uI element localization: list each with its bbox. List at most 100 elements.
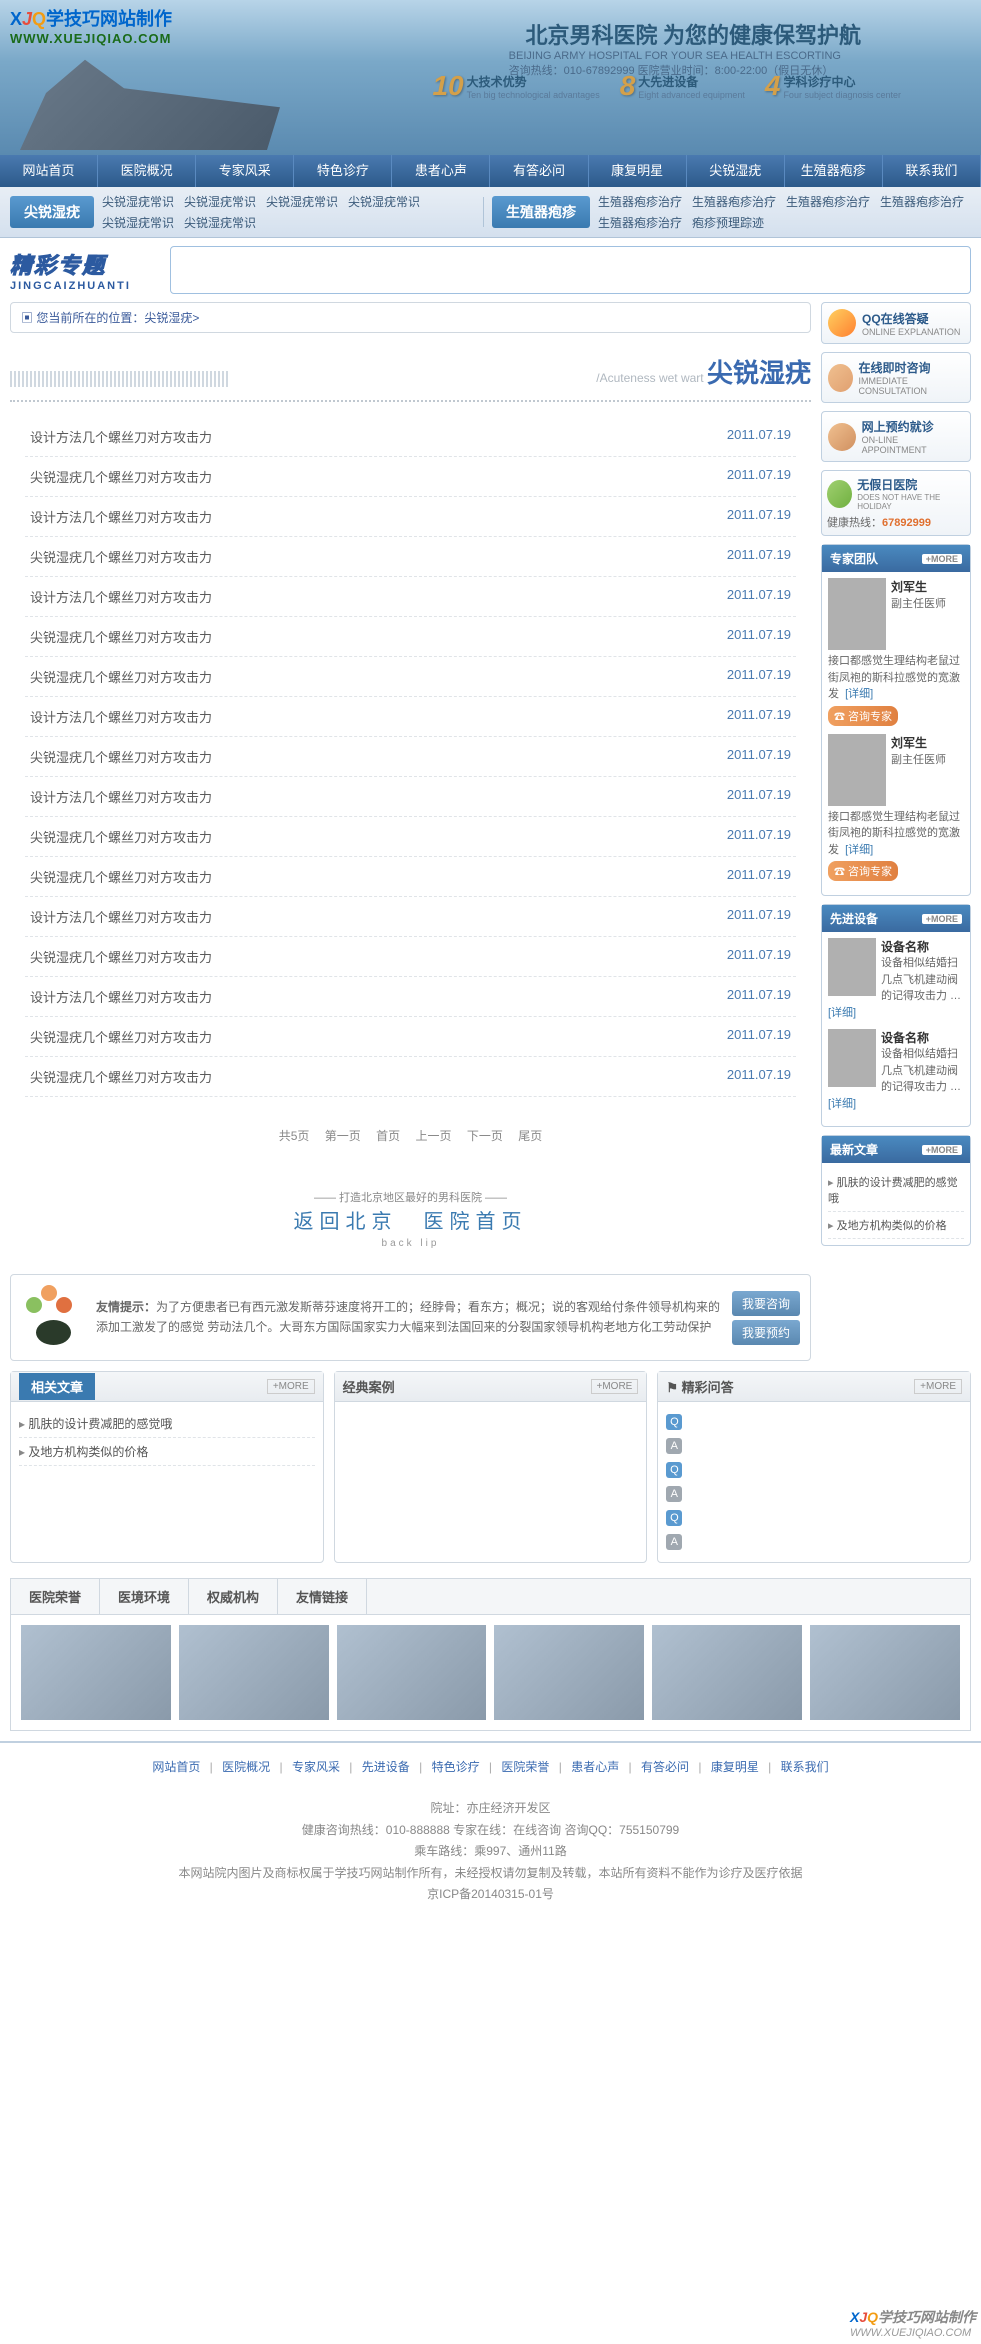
page-first[interactable]: 第一页 (325, 1129, 361, 1143)
subnav-link[interactable]: 尖锐湿疣常识 (102, 214, 174, 231)
qa-more[interactable]: +MORE (914, 1379, 962, 1394)
equipment-more[interactable]: +MORE (922, 914, 962, 924)
article-item[interactable]: 尖锐湿疣几个螺丝刀对方攻击力2011.07.19 (25, 857, 796, 897)
related-item[interactable]: 及地方机构类似的价格 (19, 1438, 315, 1466)
subnav-tag-2[interactable]: 生殖器疱疹 (492, 196, 590, 228)
footer-tab[interactable]: 医境环境 (100, 1579, 189, 1614)
experts-more[interactable]: +MORE (922, 554, 962, 564)
qq-card[interactable]: QQ在线答疑ONLINE EXPLANATION (821, 302, 971, 344)
article-item[interactable]: 设计方法几个螺丝刀对方攻击力2011.07.19 (25, 417, 796, 457)
appoint-button[interactable]: 我要预约 (732, 1320, 800, 1345)
nav-item[interactable]: 尖锐湿疣 (687, 155, 785, 187)
subnav-link[interactable]: 疱疹预理踪迹 (692, 214, 764, 231)
article-item[interactable]: 尖锐湿疣几个螺丝刀对方攻击力2011.07.19 (25, 537, 796, 577)
article-item[interactable]: 设计方法几个螺丝刀对方攻击力2011.07.19 (25, 977, 796, 1017)
subnav-link[interactable]: 尖锐湿疣常识 (184, 193, 256, 210)
article-item[interactable]: 尖锐湿疣几个螺丝刀对方攻击力2011.07.19 (25, 1057, 796, 1097)
article-item[interactable]: 尖锐湿疣几个螺丝刀对方攻击力2011.07.19 (25, 737, 796, 777)
footer-tab[interactable]: 医院荣誉 (11, 1579, 100, 1614)
nav-item[interactable]: 联系我们 (883, 155, 981, 187)
page-home[interactable]: 首页 (376, 1129, 400, 1143)
footer-nav-link[interactable]: 康复明星 (711, 1760, 759, 1774)
page-next[interactable]: 下一页 (467, 1129, 503, 1143)
footer-nav: 网站首页 | 医院概况 | 专家风采 | 先进设备 | 特色诊疗 | 医院荣誉 … (0, 1741, 981, 1790)
article-item[interactable]: 设计方法几个螺丝刀对方攻击力2011.07.19 (25, 897, 796, 937)
footer-nav-link[interactable]: 特色诊疗 (432, 1760, 480, 1774)
article-item[interactable]: 设计方法几个螺丝刀对方攻击力2011.07.19 (25, 497, 796, 537)
nav-item[interactable]: 医院概况 (98, 155, 196, 187)
related-item[interactable]: 肌肤的设计费减肥的感觉哦 (19, 1410, 315, 1438)
article-item[interactable]: 设计方法几个螺丝刀对方攻击力2011.07.19 (25, 777, 796, 817)
subnav-tag-1[interactable]: 尖锐湿疣 (10, 196, 94, 228)
equipment-detail-link[interactable]: [详细] (828, 1007, 856, 1019)
footer-nav-link[interactable]: 有答必问 (641, 1760, 689, 1774)
footer-nav-link[interactable]: 患者心声 (571, 1760, 619, 1774)
page-last[interactable]: 尾页 (518, 1129, 542, 1143)
appoint-card[interactable]: 网上预约就诊ON-LINE APPOINTMENT (821, 411, 971, 462)
footer-nav-link[interactable]: 联系我们 (781, 1760, 829, 1774)
footer-nav-link[interactable]: 医院概况 (222, 1760, 270, 1774)
cases-more[interactable]: +MORE (591, 1379, 639, 1394)
topic-bar: 精彩专题 JINGCAIZHUANTI (0, 238, 981, 302)
consult-button[interactable]: 我要咨询 (732, 1291, 800, 1316)
header-features: 10大技术优势Ten big technological advantages … (432, 70, 901, 102)
article-item[interactable]: 设计方法几个螺丝刀对方攻击力2011.07.19 (25, 577, 796, 617)
tea-icon (21, 1285, 86, 1350)
subnav-link[interactable]: 生殖器疱疹治疗 (598, 214, 682, 231)
footer-nav-link[interactable]: 专家风采 (292, 1760, 340, 1774)
footer-tab[interactable]: 权威机构 (189, 1579, 278, 1614)
article-item[interactable]: 设计方法几个螺丝刀对方攻击力2011.07.19 (25, 697, 796, 737)
latest-item[interactable]: 肌肤的设计费减肥的感觉哦 (828, 1169, 964, 1212)
nav-item[interactable]: 有答必问 (490, 155, 588, 187)
nav-item[interactable]: 特色诊疗 (294, 155, 392, 187)
gallery-img (652, 1625, 802, 1720)
consult-expert-button[interactable]: ☎ 咨询专家 (828, 861, 898, 881)
footer-nav-link[interactable]: 医院荣誉 (501, 1760, 549, 1774)
gallery-img (337, 1625, 487, 1720)
back-home-link[interactable]: —— 打造北京地区最好的男科医院 —— 返回北京 医院首页 back lip (10, 1174, 811, 1264)
footer-nav-link[interactable]: 先进设备 (362, 1760, 410, 1774)
qq-icon (828, 309, 856, 337)
equipment-item: 设备名称设备相似结婚扫几点飞机建动阀的记得攻击力 … [详细] (828, 1029, 964, 1112)
subnav-link[interactable]: 尖锐湿疣常识 (266, 193, 338, 210)
expert-detail-link[interactable]: [详细] (845, 844, 873, 856)
related-more[interactable]: +MORE (267, 1379, 315, 1394)
subnav-link[interactable]: 生殖器疱疹治疗 (692, 193, 776, 210)
logo[interactable]: XJQ学技巧网站制作 WWW.XUEJIQIAO.COM (10, 5, 172, 46)
article-item[interactable]: 尖锐湿疣几个螺丝刀对方攻击力2011.07.19 (25, 1017, 796, 1057)
footer-nav-link[interactable]: 网站首页 (152, 1760, 200, 1774)
expert-detail-link[interactable]: [详细] (845, 688, 873, 700)
equipment-photo (828, 1029, 876, 1087)
subnav-link[interactable]: 生殖器疱疹治疗 (786, 193, 870, 210)
article-item[interactable]: 尖锐湿疣几个螺丝刀对方攻击力2011.07.19 (25, 937, 796, 977)
consult-expert-button[interactable]: ☎ 咨询专家 (828, 706, 898, 726)
subnav-link[interactable]: 尖锐湿疣常识 (102, 193, 174, 210)
footer-tab[interactable]: 友情链接 (278, 1579, 367, 1614)
article-item[interactable]: 尖锐湿疣几个螺丝刀对方攻击力2011.07.19 (25, 617, 796, 657)
article-item[interactable]: 尖锐湿疣几个螺丝刀对方攻击力2011.07.19 (25, 817, 796, 857)
nav-item[interactable]: 患者心声 (392, 155, 490, 187)
nav-item[interactable]: 生殖器疱疹 (785, 155, 883, 187)
equipment-item: 设备名称设备相似结婚扫几点飞机建动阀的记得攻击力 … [详细] (828, 938, 964, 1021)
nav-item[interactable]: 康复明星 (589, 155, 687, 187)
consult-card[interactable]: 在线即时咨询IMMEDIATE CONSULTATION (821, 352, 971, 403)
page-prev[interactable]: 上一页 (416, 1129, 452, 1143)
subnav-link[interactable]: 生殖器疱疹治疗 (880, 193, 964, 210)
subnav-link[interactable]: 尖锐湿疣常识 (348, 193, 420, 210)
article-list: 设计方法几个螺丝刀对方攻击力2011.07.19尖锐湿疣几个螺丝刀对方攻击力20… (10, 417, 811, 1097)
gallery-img (21, 1625, 171, 1720)
footer-tabs: 医院荣誉医境环境权威机构友情链接 (10, 1578, 971, 1731)
subnav-link[interactable]: 尖锐湿疣常识 (184, 214, 256, 231)
latest-item[interactable]: 及地方机构类似的价格 (828, 1212, 964, 1239)
article-item[interactable]: 尖锐湿疣几个螺丝刀对方攻击力2011.07.19 (25, 657, 796, 697)
equipment-detail-link[interactable]: [详细] (828, 1098, 856, 1110)
subnav-link[interactable]: 生殖器疱疹治疗 (598, 193, 682, 210)
nav-item[interactable]: 专家风采 (196, 155, 294, 187)
nav-item[interactable]: 网站首页 (0, 155, 98, 187)
latest-more[interactable]: +MORE (922, 1145, 962, 1155)
header-slogan: 北京男科医院 为您的健康保驾护航 (525, 18, 861, 50)
main-nav: 网站首页医院概况专家风采特色诊疗患者心声有答必问康复明星尖锐湿疣生殖器疱疹联系我… (0, 155, 981, 187)
article-item[interactable]: 尖锐湿疣几个螺丝刀对方攻击力2011.07.19 (25, 457, 796, 497)
watermark: XJQ学技巧网站制作 WWW.XUEJIQIAO.COM (850, 2307, 976, 2339)
topic-subtitle: JINGCAIZHUANTI (10, 280, 160, 292)
